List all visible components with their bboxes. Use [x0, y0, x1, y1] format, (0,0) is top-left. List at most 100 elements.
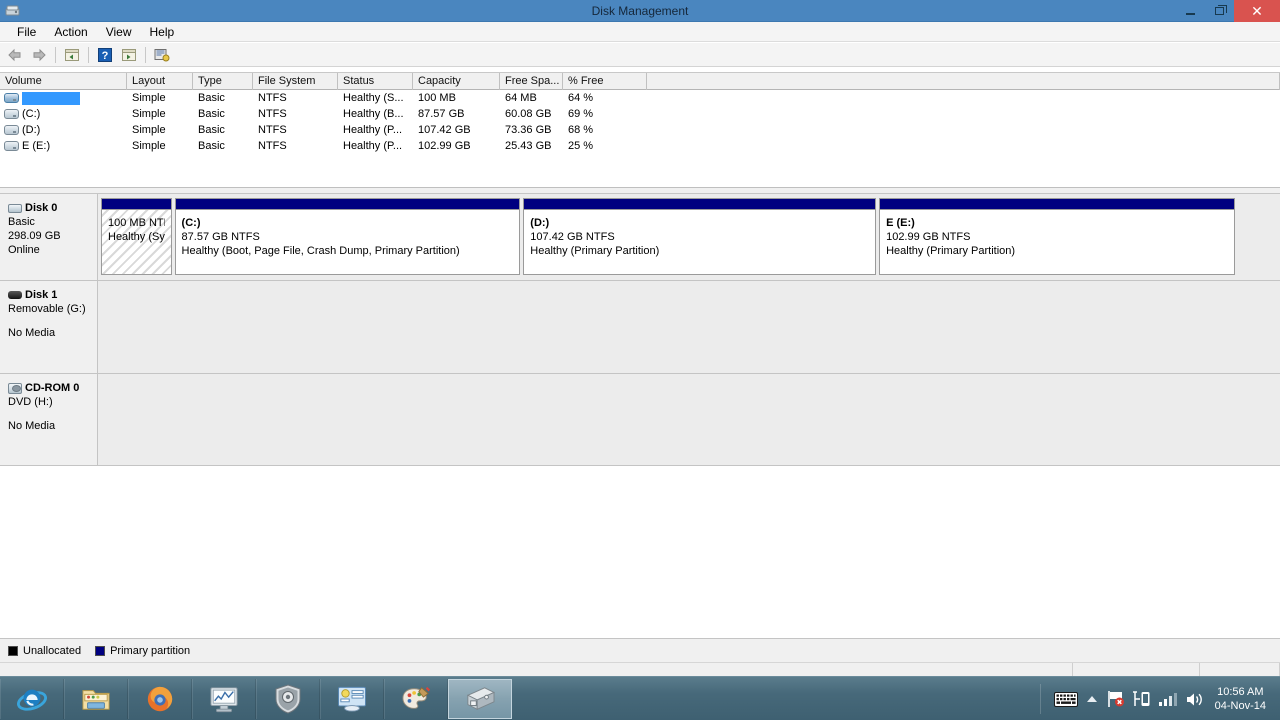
volume-label: (D:) [22, 124, 41, 136]
disk-name: Disk 1 [25, 289, 58, 301]
show-pane-icon[interactable] [61, 45, 83, 65]
column-header-volume[interactable]: Volume [0, 73, 127, 90]
percent-free-cell: 69 % [568, 108, 594, 120]
capacity-cell: 107.42 GB [418, 124, 471, 136]
table-row[interactable]: Simple Basic NTFS Healthy (S... 100 MB 6… [0, 90, 1280, 106]
disk-info-cdrom-0[interactable]: CD-ROM 0 DVD (H:) No Media [0, 374, 98, 465]
layout-cell: Simple [132, 124, 166, 136]
disk-row-disk-0[interactable]: Disk 0 Basic 298.09 GB Online 100 MB NTF… [0, 194, 1280, 281]
close-button[interactable]: ✕ [1234, 0, 1280, 22]
menu-item-file[interactable]: File [8, 22, 45, 42]
column-header-capacity[interactable]: Capacity [413, 73, 500, 90]
capacity-cell: 87.57 GB [418, 108, 465, 120]
disk-row-cdrom-0[interactable]: CD-ROM 0 DVD (H:) No Media [0, 374, 1280, 466]
rescan-disks-icon[interactable] [151, 45, 173, 65]
menu-item-view[interactable]: View [97, 22, 141, 42]
column-header-filler [647, 73, 1280, 90]
table-row[interactable]: E (E:) Simple Basic NTFS Healthy (P... 1… [0, 138, 1280, 154]
percent-free-cell: 64 % [568, 92, 594, 104]
partition-status: Healthy (Primary Partition) [530, 245, 660, 257]
disk-partitions-disk-0: 100 MB NTFS Healthy (System, Active, (C:… [98, 194, 1280, 280]
unallocated-swatch [8, 645, 18, 656]
type-cell: Basic [198, 140, 225, 152]
legend-item-unallocated: Unallocated [8, 645, 81, 657]
signal-bars-icon[interactable] [1155, 677, 1181, 720]
minimize-button[interactable] [1176, 0, 1205, 22]
taskbar-item-paint[interactable] [384, 678, 448, 719]
taskbar-item-security-shield[interactable] [256, 678, 320, 719]
disk-partitions-disk-1 [98, 281, 1280, 373]
back-arrow-icon[interactable] [4, 45, 26, 65]
keyboard-icon[interactable] [1051, 677, 1081, 720]
show-hidden-icons-chevron[interactable] [1081, 677, 1103, 720]
taskbar-item-firefox[interactable] [128, 678, 192, 719]
properties-icon[interactable] [118, 45, 140, 65]
title-bar: Disk Management ✕ [0, 0, 1280, 22]
help-icon[interactable]: ? [94, 45, 116, 65]
column-header-type[interactable]: Type [193, 73, 253, 90]
system-tray: 10:56 AM 04-Nov-14 [1039, 677, 1280, 720]
partition-label: (D:) [530, 217, 550, 229]
partition-d[interactable]: (D:) 107.42 GB NTFS Healthy (Primary Par… [523, 198, 877, 275]
partition-type-bar [524, 199, 876, 210]
clock-date: 04-Nov-14 [1214, 700, 1266, 712]
menu-item-action[interactable]: Action [45, 22, 96, 42]
menu-item-help[interactable]: Help [141, 22, 184, 42]
network-icon[interactable] [1129, 677, 1155, 720]
volume-cell[interactable]: (D:) [0, 122, 127, 138]
volume-cell[interactable]: (C:) [0, 106, 127, 122]
table-row[interactable]: (C:) Simple Basic NTFS Healthy (B... 87.… [0, 106, 1280, 122]
partition-system-reserved[interactable]: 100 MB NTFS Healthy (System, Active, [101, 198, 172, 275]
taskbar-clock[interactable]: 10:56 AM 04-Nov-14 [1209, 685, 1274, 713]
restore-button[interactable] [1205, 0, 1234, 22]
disk-title: Disk 1 [8, 289, 91, 301]
column-header-free-space[interactable]: Free Spa... [500, 73, 563, 90]
partition-size-fs: 87.57 GB NTFS [181, 231, 260, 243]
disk-info-disk-0[interactable]: Disk 0 Basic 298.09 GB Online [0, 194, 98, 280]
forward-arrow-icon[interactable] [28, 45, 50, 65]
partition-type-bar [175, 199, 520, 210]
toolbar-separator [55, 46, 56, 63]
toolbar-separator [145, 46, 146, 63]
window-title: Disk Management [591, 4, 689, 18]
taskbar-item-file-explorer[interactable] [64, 678, 128, 719]
file-system-cell: NTFS [258, 108, 287, 120]
taskbar-item-internet-explorer[interactable] [0, 678, 64, 719]
volume-list-header: Volume Layout Type File System Status Ca… [0, 72, 1280, 90]
table-row[interactable]: (D:) Simple Basic NTFS Healthy (P... 107… [0, 122, 1280, 138]
status-cell: Healthy (S... [343, 92, 404, 104]
volume-cell[interactable]: E (E:) [0, 138, 127, 154]
column-header-layout[interactable]: Layout [127, 73, 193, 90]
percent-free-cell: 25 % [568, 140, 594, 152]
clock-time: 10:56 AM [1217, 686, 1264, 698]
partition-e[interactable]: E (E:) 102.99 GB NTFS Healthy (Primary P… [879, 198, 1236, 275]
volume-cell[interactable] [0, 90, 127, 106]
disk-info-disk-1[interactable]: Disk 1 Removable (G:) No Media [0, 281, 98, 373]
capacity-cell: 102.99 GB [418, 140, 471, 152]
disk-row-disk-1[interactable]: Disk 1 Removable (G:) No Media [0, 281, 1280, 374]
column-header-file-system[interactable]: File System [253, 73, 338, 90]
toolbar-separator [88, 46, 89, 63]
action-center-flag-icon[interactable] [1103, 677, 1129, 720]
drive-icon [4, 109, 19, 119]
volume-icon[interactable] [1181, 677, 1209, 720]
taskbar-item-control-panel[interactable] [320, 678, 384, 719]
taskbar-item-disk-management[interactable] [448, 678, 512, 719]
taskbar-item-monitor-chart[interactable] [192, 678, 256, 719]
column-header-status[interactable]: Status [338, 73, 413, 90]
volume-list[interactable]: Simple Basic NTFS Healthy (S... 100 MB 6… [0, 90, 1280, 188]
status-pane-3 [1200, 663, 1280, 676]
file-explorer-icon [82, 689, 110, 710]
partition-size-fs: 100 MB NTFS [108, 217, 165, 229]
drive-icon [4, 93, 19, 103]
column-header-percent-free[interactable]: % Free [563, 73, 647, 90]
restore-icon [1215, 5, 1227, 15]
disk-state: No Media [8, 420, 56, 432]
disk-state: No Media [8, 327, 56, 339]
free-space-cell: 60.08 GB [505, 108, 552, 120]
partition-c[interactable]: (C:) 87.57 GB NTFS Healthy (Boot, Page F… [174, 198, 521, 275]
volume-label: (C:) [22, 108, 41, 120]
type-cell: Basic [198, 92, 225, 104]
firefox-icon [147, 686, 173, 711]
